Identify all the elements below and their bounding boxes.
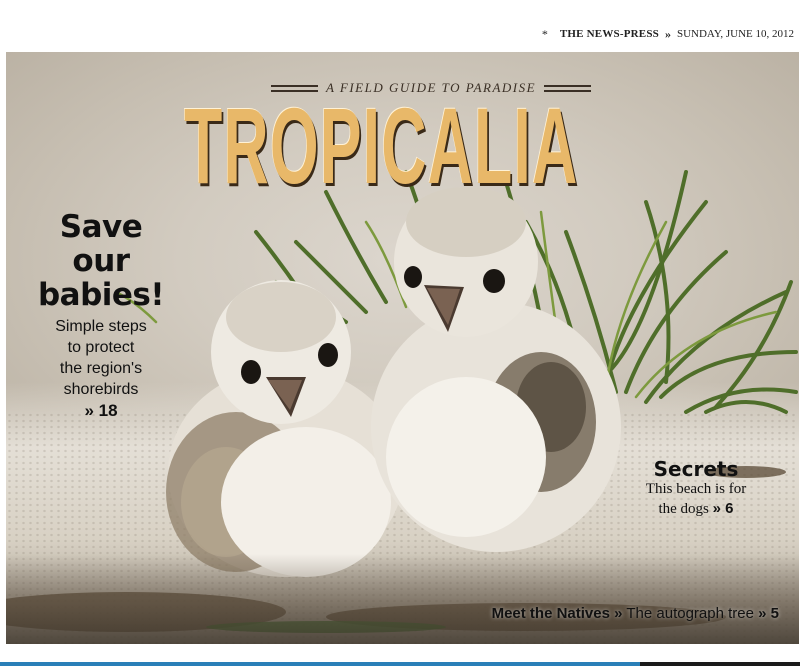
save-subhead: Simple steps to protect the region's sho… <box>36 316 166 400</box>
title-wrap: TROPICALIA <box>184 74 624 214</box>
secrets-line-2: the dogs » 6 <box>621 499 771 519</box>
save-headline: Save our babies! <box>36 210 166 312</box>
secrets-line-2-text: the dogs <box>658 501 709 517</box>
save-subhead-line: Simple steps <box>55 318 147 335</box>
dateline-star: * <box>541 26 548 41</box>
save-page-ref: » 18 <box>84 401 118 420</box>
save-headline-line: Save <box>59 209 143 245</box>
newspaper-name: THE NEWS-PRESS <box>559 28 659 40</box>
secrets-page-ref: » 6 <box>712 500 734 517</box>
save-subhead-line: shorebirds <box>63 381 139 398</box>
bottom-color-strip <box>0 662 800 666</box>
secrets-headline: Secrets <box>653 457 739 481</box>
magazine-title: TROPICALIA <box>184 85 579 206</box>
save-headline-line: our <box>72 243 130 279</box>
right-chick <box>371 187 621 552</box>
secrets-line-1: This beach is for <box>645 481 747 497</box>
save-headline-line: babies! <box>37 277 165 313</box>
dateline: * THE NEWS-PRESS » SUNDAY, JUNE 10, 2012 <box>542 26 794 42</box>
dateline-separator: » <box>664 26 671 41</box>
story-save-our-babies[interactable]: Save our babies! Simple steps to protect… <box>36 210 166 422</box>
foreground-shadow <box>6 554 799 644</box>
story-meet-the-natives[interactable]: Meet the Natives » The autograph tree » … <box>492 605 779 622</box>
cover-photo: A FIELD GUIDE TO PARADISE TROPICALIA Sav… <box>6 52 799 644</box>
natives-page-ref: » 5 <box>758 605 779 622</box>
natives-desc: The autograph tree <box>626 605 754 622</box>
issue-date: SUNDAY, JUNE 10, 2012 <box>676 28 794 40</box>
save-subhead-line: the region's <box>59 360 143 377</box>
natives-label: Meet the Natives <box>491 605 610 622</box>
story-secrets[interactable]: Secrets This beach is for the dogs » 6 <box>621 458 771 519</box>
save-subhead-line: to protect <box>67 339 135 356</box>
masthead: A FIELD GUIDE TO PARADISE TROPICALIA <box>176 74 616 224</box>
natives-arrow: » <box>614 605 623 622</box>
